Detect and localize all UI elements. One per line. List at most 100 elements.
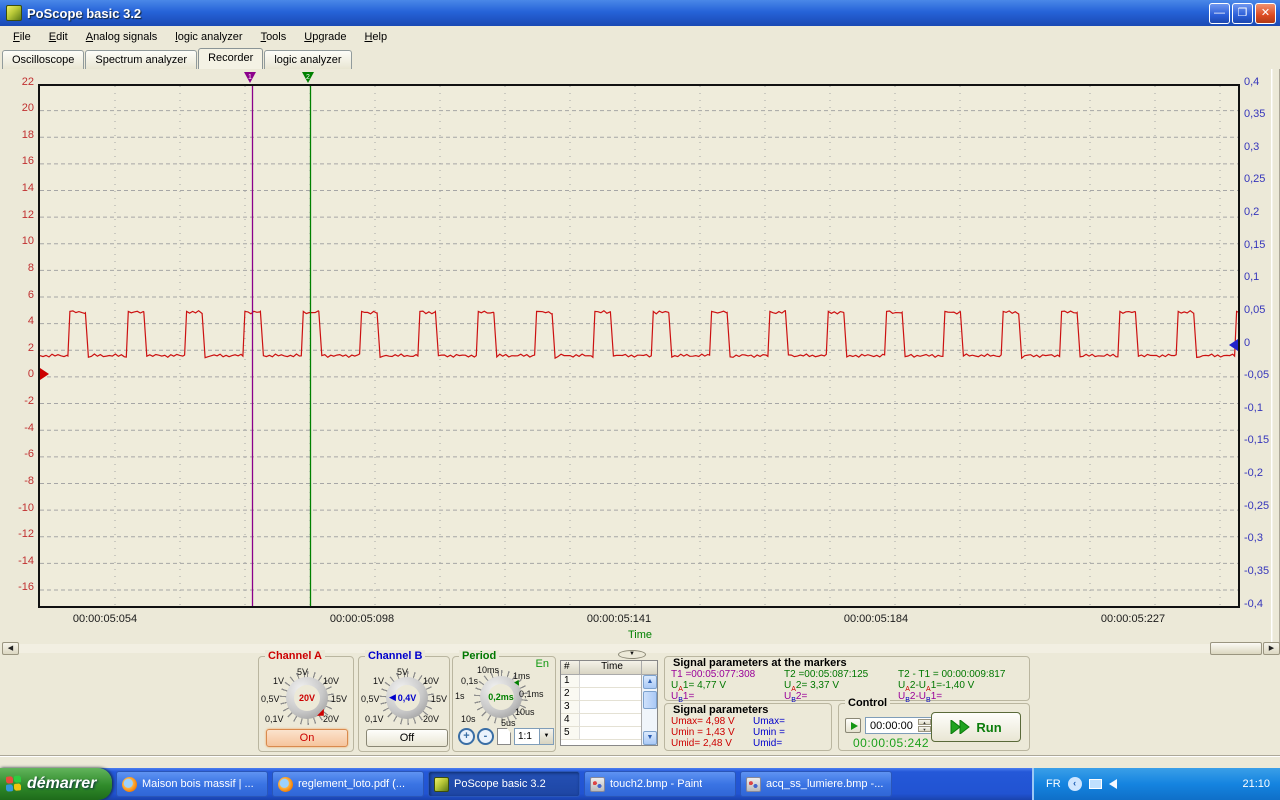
- marker-flag-1[interactable]: 1: [244, 71, 257, 84]
- taskbar-button-label: reglement_loto.pdf (...: [298, 778, 406, 790]
- signal-param-b: Umid=: [753, 738, 783, 749]
- minimize-button[interactable]: —: [1209, 2, 1230, 24]
- current-time: 00:00:05:242: [853, 736, 930, 750]
- zoom-out-button[interactable]: -: [477, 728, 494, 745]
- start-button[interactable]: démarrer: [0, 768, 112, 800]
- right-axis-label: 0,05: [1244, 303, 1266, 316]
- time-spinner[interactable]: ▲ ▼: [918, 719, 931, 732]
- knob-scale-label: 0,5V: [361, 694, 380, 704]
- maximize-button[interactable]: ❐: [1232, 2, 1253, 24]
- tab-logic-analyzer[interactable]: logic analyzer: [264, 50, 352, 69]
- h-scroll-left-button[interactable]: ◀: [2, 642, 19, 655]
- knob-scale-label: 10V: [323, 676, 340, 686]
- clock[interactable]: 21:10: [1242, 778, 1270, 790]
- menu-item-file[interactable]: File: [4, 28, 40, 46]
- panel-collapse-button[interactable]: ▼: [618, 650, 646, 659]
- taskbar-button[interactable]: touch2.bmp - Paint: [584, 771, 736, 797]
- left-axis-label: 22: [21, 75, 34, 88]
- channel-a-knob[interactable]: 20V 5V 10V 15V 20V 0,1V 0,5V 1V ◤: [261, 667, 353, 727]
- time-axis-title: Time: [627, 629, 653, 641]
- spin-down-icon[interactable]: ▼: [918, 726, 931, 732]
- signal-param-a: Umid= 2,48 V: [671, 738, 732, 749]
- tab-recorder[interactable]: Recorder: [198, 48, 264, 69]
- zoom-ratio-select[interactable]: 1:1 ▼: [514, 728, 554, 745]
- play-button[interactable]: [845, 718, 861, 733]
- marker-param-value: T2 - T1 = 00:00:009:817: [898, 669, 1006, 680]
- time-axis-label: 00:00:05:054: [72, 613, 138, 625]
- table-column-header[interactable]: Time: [580, 661, 642, 674]
- channel-b-knob[interactable]: 0,4V 5V 10V 15V 20V 0,1V 0,5V 1V ◀: [361, 667, 453, 727]
- network-monitor-icon[interactable]: [1088, 779, 1102, 789]
- row-number: 5: [561, 727, 580, 739]
- knob-scale-label: 0,5V: [261, 694, 280, 704]
- knob-scale-label: 1s: [455, 691, 465, 701]
- paint-icon: [746, 776, 761, 792]
- marker-param-value: T2 =00:05:087:125: [784, 669, 869, 680]
- knob-value: 0,2ms: [488, 684, 514, 710]
- tray-chevron-icon[interactable]: ‹: [1067, 777, 1082, 791]
- taskbar: démarrer Maison bois massif | ... regleme…: [0, 768, 1280, 800]
- waveform-plot[interactable]: [38, 84, 1240, 608]
- close-button[interactable]: ✕: [1255, 2, 1276, 24]
- left-axis-label: -12: [18, 528, 34, 541]
- period-knob[interactable]: 0,2ms 10ms 1ms 0,1ms 10us 5us 10s 1s 0,1s ▼: [455, 665, 547, 728]
- spin-up-icon[interactable]: ▲: [918, 719, 931, 725]
- taskbar-button[interactable]: acq_ss_lumiere.bmp -...: [740, 771, 892, 797]
- keyboard-layout-indicator[interactable]: FR: [1046, 778, 1061, 790]
- right-axis-label: 0,1: [1244, 271, 1260, 284]
- v-scroll-down-button[interactable]: ▼: [643, 731, 657, 745]
- menu-item-help[interactable]: Help: [355, 28, 396, 46]
- menu-bar: File Edit Analog signals logic analyzer Tool…: [0, 26, 1280, 48]
- run-button[interactable]: Run: [931, 712, 1021, 742]
- right-axis-label: 0,35: [1244, 108, 1266, 121]
- svg-text:1: 1: [248, 74, 252, 81]
- vertical-splitter[interactable]: [1271, 69, 1280, 646]
- menu-item-analog-signals[interactable]: Analog signals: [77, 28, 167, 46]
- right-axis-label: -0,25: [1244, 499, 1270, 512]
- knob-scale-label: 5V: [397, 667, 409, 677]
- tab-oscilloscope[interactable]: Oscilloscope: [2, 50, 85, 69]
- tab-spectrum-analyzer[interactable]: Spectrum analyzer: [85, 50, 198, 69]
- menu-item-edit[interactable]: Edit: [40, 28, 77, 46]
- left-axis-label: 0: [27, 368, 34, 381]
- marker-param-value: T1 =00:05:077:308: [671, 669, 756, 680]
- knob-scale-label: 15V: [331, 694, 348, 704]
- speaker-icon[interactable]: [1108, 779, 1117, 789]
- recorder-chart-area: 22 20 18 16 14 12 10 8 6 4 2 0 -2 -4 -6 -8 -10 -12 -14 -16 …: [0, 69, 1280, 646]
- chevron-down-icon[interactable]: ▼: [539, 729, 553, 744]
- menu-item-upgrade[interactable]: Upgrade: [295, 28, 355, 46]
- left-axis-label: -14: [18, 554, 34, 567]
- knob-scale-label: 1V: [273, 676, 285, 686]
- left-axis-label: -4: [24, 421, 34, 434]
- time-axis-label: 00:00:05:098: [329, 613, 395, 625]
- channel-b-off-button[interactable]: Off: [366, 729, 448, 747]
- h-scrollbar-thumb[interactable]: [1210, 642, 1262, 655]
- app-icon: [6, 5, 22, 21]
- v-scrollbar[interactable]: ▲ ▼: [641, 675, 657, 745]
- system-tray: FR ‹ 21:10: [1032, 768, 1280, 800]
- right-axis-label: -0,3: [1244, 532, 1263, 545]
- recorder-table[interactable]: # Time 12345 ▲ ▼: [560, 660, 658, 746]
- left-axis-label: -8: [24, 474, 34, 487]
- menu-item-tools[interactable]: Tools: [252, 28, 296, 46]
- time-axis-label: 00:00:05:141: [586, 613, 652, 625]
- marker-flag-2[interactable]: 2: [302, 71, 315, 84]
- left-axis-label: -6: [24, 448, 34, 461]
- table-column-header[interactable]: #: [561, 661, 580, 674]
- v-scrollbar-thumb[interactable]: [643, 691, 657, 709]
- channel-a-on-button[interactable]: On: [266, 729, 348, 747]
- taskbar-button[interactable]: PoScope basic 3.2: [428, 771, 580, 797]
- channel-a-title: Channel A: [265, 650, 325, 662]
- taskbar-button-label: PoScope basic 3.2: [454, 778, 546, 790]
- h-scroll-right-button[interactable]: ▶: [1263, 642, 1280, 655]
- title-bar: PoScope basic 3.2 — ❐ ✕: [0, 0, 1280, 26]
- new-page-button[interactable]: [497, 728, 511, 745]
- zoom-in-button[interactable]: +: [458, 728, 475, 745]
- v-scroll-up-button[interactable]: ▲: [643, 675, 657, 689]
- taskbar-button[interactable]: reglement_loto.pdf (...: [272, 771, 424, 797]
- time-field[interactable]: 00:00:00 ▲ ▼: [865, 717, 933, 734]
- menu-item-logic-analyzer[interactable]: logic analyzer: [166, 28, 251, 46]
- taskbar-button[interactable]: Maison bois massif | ...: [116, 771, 268, 797]
- svg-text:2: 2: [306, 74, 310, 81]
- left-axis-label: 8: [27, 261, 34, 274]
